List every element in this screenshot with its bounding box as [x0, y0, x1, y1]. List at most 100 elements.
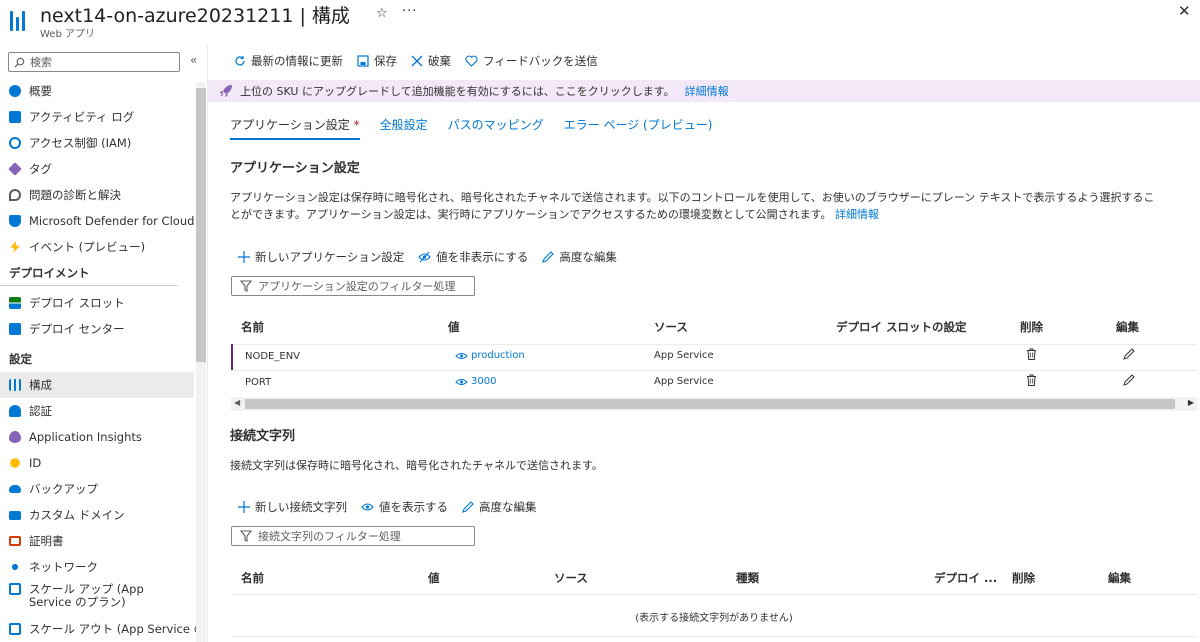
table-header-divider — [231, 344, 1197, 345]
menu-item-activity-log[interactable]: アクティビティ ログ — [0, 104, 194, 130]
app-settings-filter-input[interactable]: アプリケーション設定のフィルター処理 — [231, 276, 475, 296]
page-title: next14-on-azure20231211 | 構成 — [40, 5, 350, 27]
menu-item-identity[interactable]: ID — [0, 450, 194, 476]
delete-trash-icon[interactable] — [1026, 348, 1037, 360]
setting-name: PORT — [245, 377, 272, 388]
close-icon[interactable]: ✕ — [1178, 2, 1191, 20]
upgrade-learn-more-link[interactable]: 詳細情報 — [685, 83, 729, 99]
unsaved-changes-mark: * — [353, 118, 360, 132]
eye-icon — [361, 503, 374, 511]
new-app-setting-button[interactable]: 新しいアプリケーション設定 — [238, 249, 404, 265]
resource-menu: 検索 « 概要 アクティビティ ログ アクセス制御 (IAM) タグ 問題の診断… — [0, 44, 208, 642]
tab-path-mappings[interactable]: パスのマッピング — [448, 116, 544, 140]
menu-section-deployment: デプロイメント — [0, 260, 178, 286]
edit-pencil-icon[interactable] — [1123, 348, 1135, 360]
hide-values-button[interactable]: 値を非表示にする — [418, 249, 528, 265]
menu-item-scale-out[interactable]: スケール アウト (App Service の — [0, 616, 205, 642]
column-header-value[interactable]: 値 — [448, 319, 460, 335]
column-header-type[interactable]: 種類 — [736, 570, 759, 586]
edit-pencil-icon[interactable] — [1123, 374, 1135, 386]
tab-general-settings[interactable]: 全般設定 — [380, 116, 428, 140]
connection-strings-filter-input[interactable]: 接続文字列のフィルター処理 — [231, 526, 475, 546]
column-header-value[interactable]: 値 — [428, 570, 440, 586]
column-header-source[interactable]: ソース — [654, 319, 688, 335]
filter-icon — [240, 530, 252, 542]
save-icon — [357, 55, 369, 67]
scale-out-icon — [9, 623, 21, 635]
menu-item-app-insights[interactable]: Application Insights — [0, 424, 194, 450]
upgrade-banner[interactable]: 上位の SKU にアップグレードして追加機能を有効にするには、ここをクリックしま… — [208, 80, 1200, 102]
menu-item-tags[interactable]: タグ — [0, 156, 194, 182]
setting-source: App Service — [654, 350, 714, 361]
refresh-icon — [235, 56, 245, 66]
hidden-value-icon — [455, 352, 468, 359]
show-values-button[interactable]: 値を表示する — [361, 499, 448, 515]
more-options-icon[interactable]: ··· — [402, 4, 417, 19]
config-icon — [9, 379, 21, 391]
app-settings-heading: アプリケーション設定 — [230, 161, 360, 176]
scroll-left-icon[interactable]: ◀ — [234, 398, 240, 407]
menu-item-overview[interactable]: 概要 — [0, 78, 194, 104]
save-button[interactable]: 保存 — [357, 53, 397, 69]
menu-item-diagnose[interactable]: 問題の診断と解決 — [0, 182, 194, 208]
tab-application-settings[interactable]: アプリケーション設定 * — [230, 116, 360, 140]
setting-value[interactable]: production — [455, 350, 525, 361]
heart-icon — [465, 55, 478, 67]
cloud-icon — [9, 485, 21, 493]
advanced-edit-button[interactable]: 高度な編集 — [542, 249, 617, 265]
delete-trash-icon[interactable] — [1026, 374, 1037, 386]
advanced-edit-button[interactable]: 高度な編集 — [462, 499, 537, 515]
menu-section-settings: 設定 — [9, 352, 32, 366]
menu-item-deployment-center[interactable]: デプロイ センター — [0, 316, 194, 342]
menu-item-authentication[interactable]: 認証 — [0, 398, 194, 424]
setting-value[interactable]: 3000 — [455, 376, 496, 387]
menu-item-scale-up[interactable]: スケール アップ (App Service のプラン) — [0, 580, 194, 616]
favorite-star-icon[interactable]: ☆ — [376, 6, 388, 21]
menu-search-input[interactable]: 検索 — [8, 52, 180, 72]
cube-icon — [9, 323, 21, 335]
eye-hide-icon — [418, 251, 432, 263]
menu-item-backup[interactable]: バックアップ — [0, 476, 194, 502]
setting-source: App Service — [654, 376, 714, 387]
column-header-edit: 編集 — [1116, 320, 1139, 334]
discard-button[interactable]: 破棄 — [411, 53, 451, 69]
configuration-tabs: アプリケーション設定 * 全般設定 パスのマッピング エラー ページ (プレビュ… — [230, 116, 712, 140]
menu-item-deployment-slots[interactable]: デプロイ スロット — [0, 290, 194, 316]
domain-icon — [9, 510, 21, 520]
refresh-button[interactable]: 最新の情報に更新 — [234, 53, 343, 69]
column-header-source[interactable]: ソース — [554, 570, 588, 586]
pencil-icon — [462, 501, 474, 513]
lightning-icon — [10, 241, 20, 253]
search-icon — [14, 57, 25, 68]
menu-scrollbar-thumb[interactable] — [196, 88, 206, 362]
menu-item-events[interactable]: イベント (プレビュー) — [0, 234, 194, 260]
table-header-divider — [231, 594, 1197, 595]
menu-item-defender[interactable]: Microsoft Defender for Cloud — [0, 208, 194, 234]
feedback-button[interactable]: フィードバックを送信 — [465, 53, 598, 69]
table-row-divider — [231, 370, 1197, 371]
menu-search-placeholder: 検索 — [30, 56, 52, 69]
column-header-name[interactable]: 名前 — [241, 319, 264, 335]
column-header-slot-setting[interactable]: デプロイ ... — [934, 570, 997, 586]
connection-strings-heading: 接続文字列 — [230, 429, 296, 444]
scrollbar-thumb[interactable] — [245, 399, 1175, 409]
people-icon — [9, 137, 21, 149]
column-header-slot-setting[interactable]: デプロイ スロットの設定 — [836, 319, 967, 335]
shield-icon — [9, 215, 21, 227]
column-header-name[interactable]: 名前 — [241, 570, 264, 586]
menu-item-custom-domains[interactable]: カスタム ドメイン — [0, 502, 194, 528]
app-settings-learn-more-link[interactable]: 詳細情報 — [835, 208, 879, 221]
tab-error-pages[interactable]: エラー ページ (プレビュー) — [564, 116, 713, 140]
discard-icon — [411, 55, 423, 67]
app-settings-actions: 新しいアプリケーション設定 値を非表示にする 高度な編集 — [238, 249, 617, 265]
connection-strings-actions: 新しい接続文字列 値を表示する 高度な編集 — [238, 499, 537, 515]
collapse-menu-icon[interactable]: « — [190, 53, 197, 67]
scroll-right-icon[interactable]: ▶ — [1188, 398, 1194, 407]
add-icon — [238, 251, 250, 263]
table-horizontal-scrollbar[interactable]: ◀ ▶ — [231, 397, 1197, 411]
new-connection-string-button[interactable]: 新しい接続文字列 — [238, 499, 347, 515]
menu-item-certificates[interactable]: 証明書 — [0, 528, 194, 554]
menu-item-configuration[interactable]: 構成 — [0, 372, 194, 398]
menu-item-networking[interactable]: ネットワーク — [0, 554, 194, 580]
menu-item-iam[interactable]: アクセス制御 (IAM) — [0, 130, 194, 156]
